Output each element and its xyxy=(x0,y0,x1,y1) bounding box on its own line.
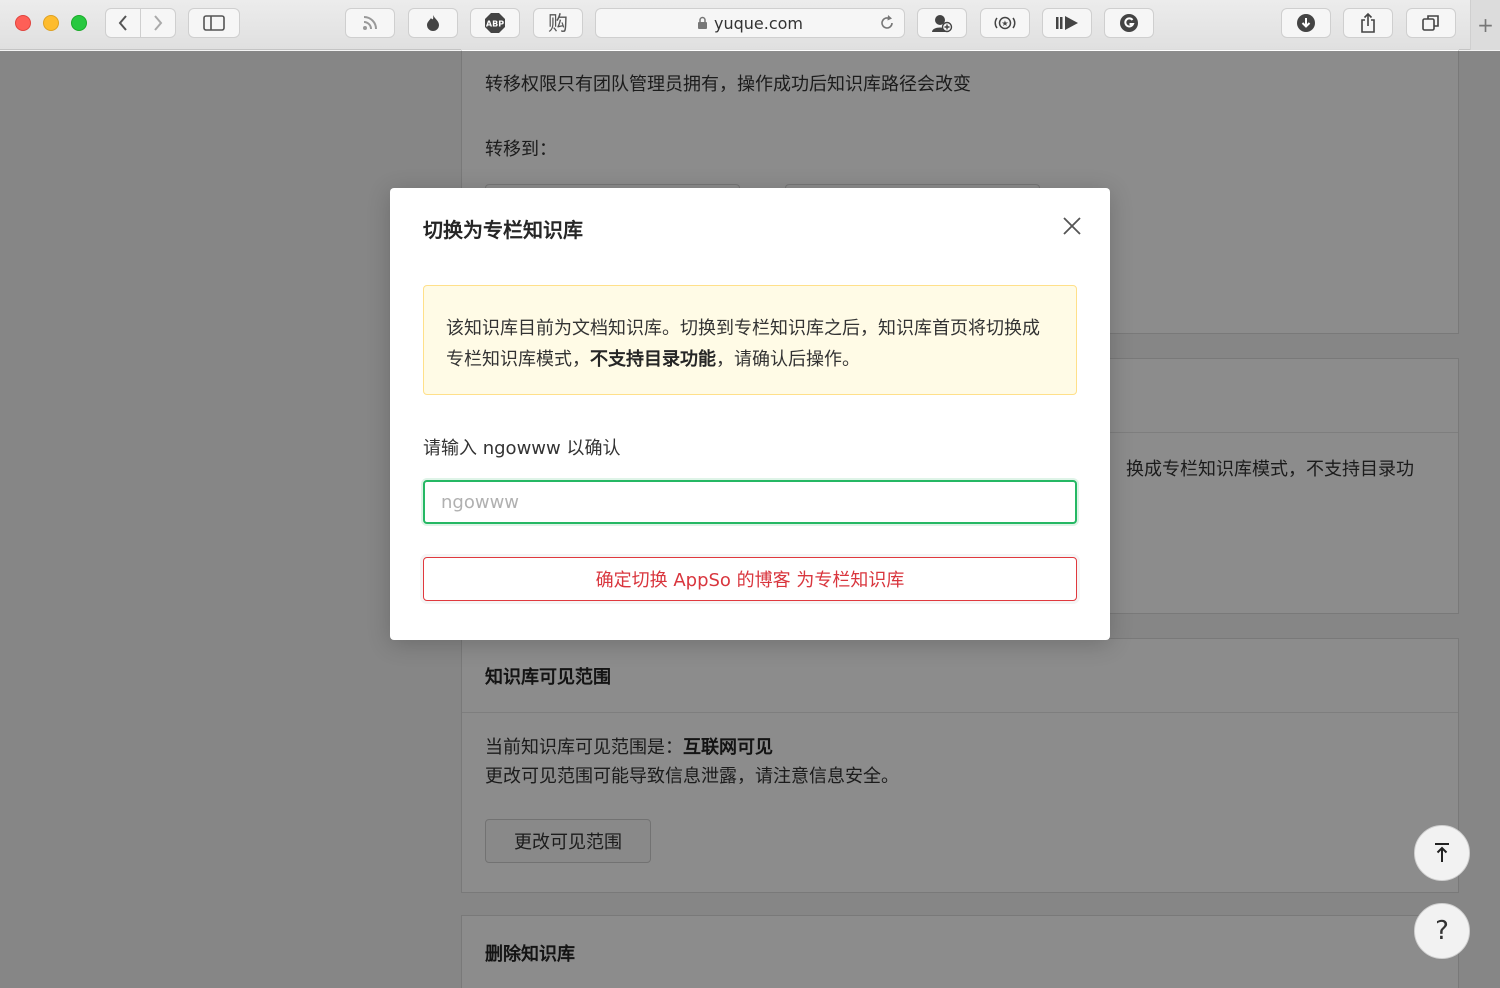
browser-toolbar: ABP 购 yuque.com ★ + xyxy=(0,0,1500,50)
sidebar-icon xyxy=(203,15,225,31)
rss-icon xyxy=(363,16,377,30)
help-icon: ? xyxy=(1435,916,1449,946)
account-extension-button[interactable] xyxy=(917,8,967,38)
close-icon xyxy=(1063,217,1081,235)
shopping-icon: 购 xyxy=(548,11,568,35)
minimize-window-button[interactable] xyxy=(43,15,59,31)
warning-text-part2: ，请确认后操作。 xyxy=(716,349,860,370)
lock-icon xyxy=(697,16,707,29)
podcast-extension-button[interactable]: ★ xyxy=(980,8,1030,38)
switch-to-column-dialog: 切换为专栏知识库 该知识库目前为文档知识库。切换到专栏知识库之后，知识库首页将切… xyxy=(390,188,1110,640)
warning-text-bold: 不支持目录功能 xyxy=(590,349,716,370)
chevron-left-icon xyxy=(118,15,127,31)
reload-icon[interactable] xyxy=(878,14,896,32)
confirm-switch-button[interactable]: 确定切换 AppSo 的博客 为专栏知识库 xyxy=(423,557,1077,601)
close-window-button[interactable] xyxy=(15,15,31,31)
back-to-top-button[interactable] xyxy=(1414,825,1470,881)
downloads-button[interactable] xyxy=(1281,8,1331,38)
grammarly-icon xyxy=(1120,14,1138,32)
warning-alert: 该知识库目前为文档知识库。切换到专栏知识库之后，知识库首页将切换成专栏知识库模式… xyxy=(423,285,1077,395)
chevron-right-icon xyxy=(154,15,163,31)
new-tab-button[interactable]: + xyxy=(1470,0,1500,50)
adblock-extension-button[interactable]: ABP xyxy=(470,8,520,38)
tabs-overview-button[interactable] xyxy=(1406,8,1456,38)
svg-text:ABP: ABP xyxy=(486,20,504,29)
confirm-label: 请输入 ngowww 以确认 xyxy=(423,438,621,459)
svg-text:★: ★ xyxy=(1001,19,1008,28)
dialog-title: 切换为专栏知识库 xyxy=(423,218,583,242)
star-broadcast-icon: ★ xyxy=(994,16,1016,30)
back-button[interactable] xyxy=(105,8,141,38)
rss-extension-button[interactable] xyxy=(345,8,395,38)
close-dialog-button[interactable] xyxy=(1060,214,1084,238)
download-icon xyxy=(1297,14,1315,32)
adblock-icon: ABP xyxy=(485,13,505,33)
flame-extension-button[interactable] xyxy=(408,8,458,38)
flame-icon xyxy=(427,15,439,31)
confirm-name-input[interactable] xyxy=(423,480,1077,524)
help-button[interactable]: ? xyxy=(1414,903,1470,959)
user-add-icon xyxy=(932,15,953,33)
address-bar[interactable]: yuque.com xyxy=(595,8,905,38)
share-icon xyxy=(1361,12,1375,33)
grammarly-extension-button[interactable] xyxy=(1104,8,1154,38)
media-extension-button[interactable] xyxy=(1042,8,1092,38)
sidebar-toggle-button[interactable] xyxy=(188,8,240,38)
tabs-icon xyxy=(1422,15,1439,31)
skip-forward-icon xyxy=(1056,16,1078,30)
url-text: yuque.com xyxy=(713,13,803,33)
plus-icon: + xyxy=(1477,13,1494,37)
shopping-extension-button[interactable]: 购 xyxy=(533,8,583,38)
maximize-window-button[interactable] xyxy=(71,15,87,31)
forward-button[interactable] xyxy=(140,8,176,38)
arrow-up-to-line-icon xyxy=(1435,843,1449,862)
share-button[interactable] xyxy=(1343,8,1393,38)
